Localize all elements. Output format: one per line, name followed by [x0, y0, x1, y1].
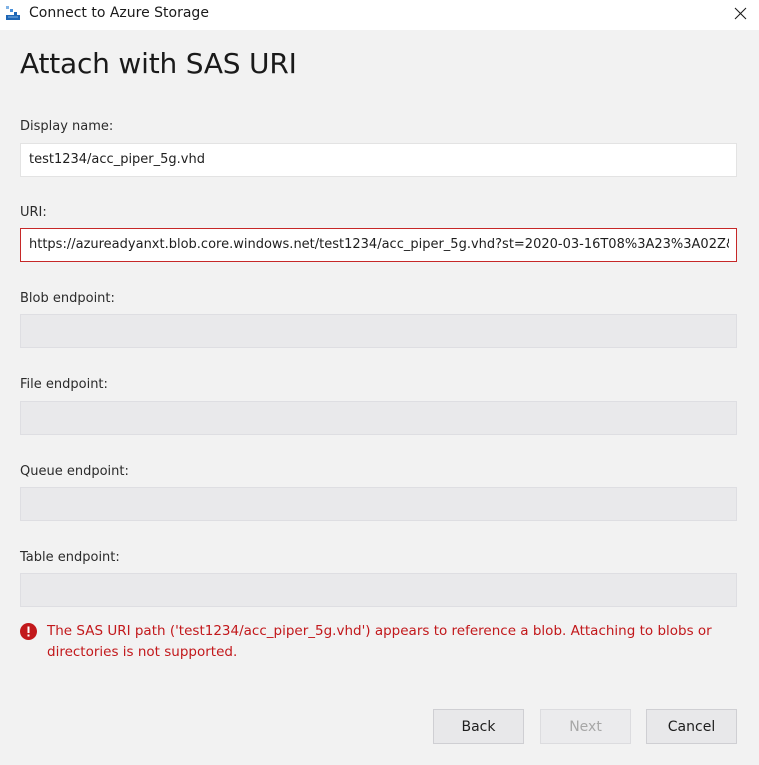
close-button[interactable] — [724, 0, 756, 28]
close-icon — [734, 5, 747, 24]
queue-endpoint-input — [20, 487, 737, 521]
file-endpoint-label: File endpoint: — [20, 377, 108, 392]
page-title: Attach with SAS URI — [20, 47, 297, 80]
table-endpoint-value — [29, 574, 729, 606]
uri-input[interactable]: https://azureadyanxt.blob.core.windows.n… — [20, 228, 737, 262]
file-endpoint-input — [20, 401, 737, 435]
title-bar: Connect to Azure Storage — [0, 0, 759, 30]
blob-endpoint-label: Blob endpoint: — [20, 291, 115, 306]
cancel-button[interactable]: Cancel — [646, 709, 737, 744]
azure-storage-icon — [5, 5, 21, 21]
display-name-value: test1234/acc_piper_5g.vhd — [29, 152, 205, 167]
blob-endpoint-input — [20, 314, 737, 348]
display-name-label: Display name: — [20, 119, 114, 134]
uri-value: https://azureadyanxt.blob.core.windows.n… — [29, 237, 729, 252]
back-button[interactable]: Back — [433, 709, 524, 744]
error-icon — [20, 623, 37, 640]
table-endpoint-input — [20, 573, 737, 607]
window-title: Connect to Azure Storage — [29, 5, 209, 21]
blob-endpoint-value — [29, 315, 729, 347]
error-message: The SAS URI path ('test1234/acc_piper_5g… — [47, 623, 712, 660]
next-button[interactable]: Next — [540, 709, 631, 744]
file-endpoint-value — [29, 402, 729, 434]
table-endpoint-label: Table endpoint: — [20, 550, 120, 565]
queue-endpoint-label: Queue endpoint: — [20, 464, 129, 479]
queue-endpoint-value — [29, 488, 729, 520]
display-name-input[interactable]: test1234/acc_piper_5g.vhd — [20, 143, 737, 177]
uri-label: URI: — [20, 205, 47, 220]
